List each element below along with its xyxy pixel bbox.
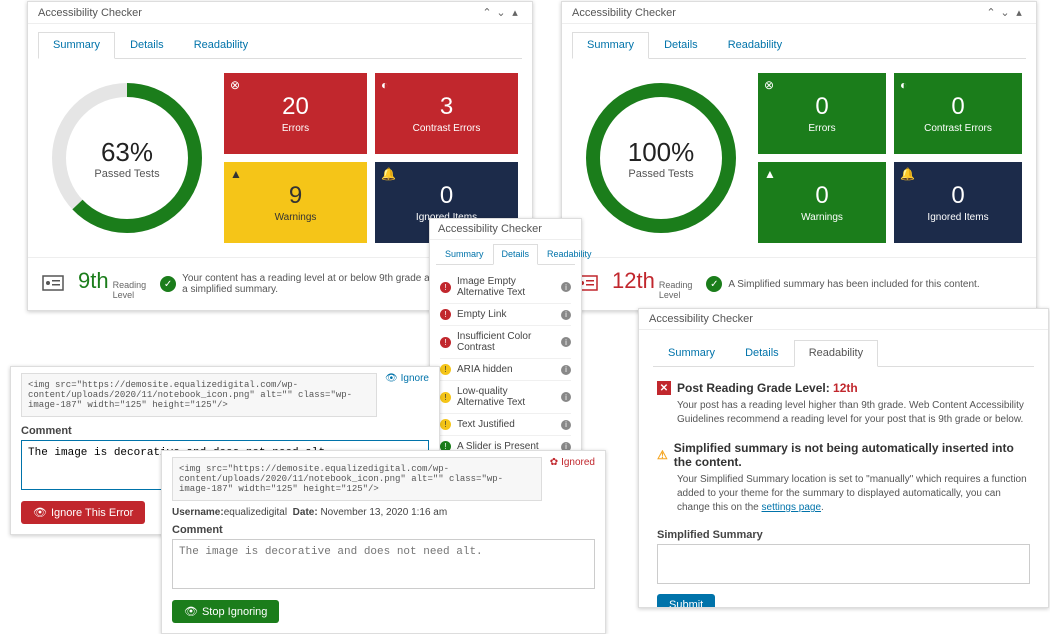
collapse-icon[interactable]: ▴ — [1012, 6, 1026, 19]
panel-header: Accessibility Checker ⌃ ⌄ ▴ — [562, 2, 1036, 24]
tab-summary[interactable]: Summary — [572, 32, 649, 59]
passed-tests-donut: 100% Passed Tests — [576, 73, 746, 243]
detail-label: ARIA hidden — [457, 364, 555, 375]
info-icon[interactable]: i — [561, 392, 571, 402]
tile-ignored[interactable]: 🔔 0 Ignored Items — [894, 162, 1022, 243]
detail-label: Image Empty Alternative Text — [457, 276, 555, 298]
tile-warnings[interactable]: ▲ 9 Warnings — [224, 162, 367, 243]
tab-readability[interactable]: Readability — [713, 32, 797, 58]
tab-details[interactable]: Details — [493, 244, 539, 265]
tab-summary[interactable]: Summary — [436, 244, 493, 264]
submit-button[interactable]: Submit — [657, 594, 715, 608]
chevron-down-icon[interactable]: ⌄ — [494, 6, 508, 19]
detail-item[interactable]: ! ARIA hidden i — [440, 359, 571, 381]
x-circle-icon: ⊗ — [230, 78, 240, 92]
ignored-badge: ✿ Ignored — [550, 457, 595, 468]
contrast-icon: ◐ — [381, 78, 388, 92]
tab-readability[interactable]: Readability — [179, 32, 263, 58]
chevron-down-icon[interactable]: ⌄ — [998, 6, 1012, 19]
tab-details[interactable]: Details — [115, 32, 179, 58]
gear-icon: ✿ — [550, 457, 558, 468]
tab-readability[interactable]: Readability — [538, 244, 601, 264]
detail-label: Empty Link — [457, 309, 555, 320]
tab-summary[interactable]: Summary — [653, 340, 730, 366]
bell-icon: 🔔 — [381, 167, 396, 181]
tab-details[interactable]: Details — [649, 32, 713, 58]
reading-level-heading: ✕ Post Reading Grade Level: 12th — [657, 381, 1030, 395]
warning-icon: ▲ — [764, 167, 776, 181]
tile-errors[interactable]: ⊗ 20 Errors — [224, 73, 367, 154]
tab-details[interactable]: Details — [730, 340, 794, 366]
checker-panel-100: Accessibility Checker ⌃ ⌄ ▴ Summary Deta… — [561, 1, 1037, 311]
x-icon: ✕ — [657, 381, 671, 395]
detail-label: Text Justified — [457, 419, 555, 430]
simplified-summary-textarea[interactable] — [657, 544, 1030, 584]
tile-warnings[interactable]: ▲ 0 Warnings — [758, 162, 886, 243]
reading-grade: 9th — [78, 268, 109, 294]
chevron-up-icon[interactable]: ⌃ — [984, 6, 998, 19]
detail-label: Low-quality Alternative Text — [457, 386, 555, 408]
detail-label: Insufficient Color Contrast — [457, 331, 555, 353]
percent-label: Passed Tests — [94, 168, 159, 180]
simplified-warning-heading: ⚠ Simplified summary is not being automa… — [657, 441, 1030, 469]
info-icon[interactable]: i — [561, 337, 571, 347]
detail-item[interactable]: ! Insufficient Color Contrast i — [440, 326, 571, 359]
yellow-dot-icon: ! — [440, 364, 451, 375]
tile-contrast[interactable]: ◐ 0 Contrast Errors — [894, 73, 1022, 154]
info-icon[interactable]: i — [561, 420, 571, 430]
reading-level-icon — [42, 273, 64, 295]
percent-label: Passed Tests — [628, 168, 693, 180]
detail-item[interactable]: ! Empty Link i — [440, 304, 571, 326]
percent-value: 100% — [628, 137, 695, 168]
tab-bar: Summary Details Readability — [38, 32, 522, 59]
reading-grade: 12th — [612, 268, 655, 294]
tab-readability[interactable]: Readability — [794, 340, 878, 367]
comment-textarea[interactable] — [172, 539, 595, 589]
stop-ignoring-box: <img src="https://demosite.equalizedigit… — [161, 450, 606, 634]
panel-header: Accessibility Checker — [430, 219, 581, 240]
warning-icon: ▲ — [230, 167, 242, 181]
eye-off-icon: 👁 — [385, 373, 398, 384]
panel-title: Accessibility Checker — [38, 7, 142, 19]
code-snippet: <img src="https://demosite.equalizedigit… — [21, 373, 377, 417]
contrast-icon: ◐ — [900, 78, 907, 92]
tab-summary[interactable]: Summary — [38, 32, 115, 59]
x-circle-icon: ⊗ — [764, 78, 774, 92]
yellow-dot-icon: ! — [440, 392, 451, 403]
tile-errors[interactable]: ⊗ 0 Errors — [758, 73, 886, 154]
panel-title: Accessibility Checker — [572, 7, 676, 19]
collapse-icon[interactable]: ▴ — [508, 6, 522, 19]
warning-icon: ⚠ — [657, 448, 668, 462]
check-icon: ✓ — [160, 276, 176, 292]
info-icon[interactable]: i — [561, 282, 571, 292]
code-snippet: <img src="https://demosite.equalizedigit… — [172, 457, 542, 501]
red-dot-icon: ! — [440, 309, 451, 320]
panel-header: Accessibility Checker — [639, 309, 1048, 330]
red-dot-icon: ! — [440, 337, 451, 348]
chevron-up-icon[interactable]: ⌃ — [480, 6, 494, 19]
detail-item[interactable]: ! Text Justified i — [440, 414, 571, 436]
ignore-error-button[interactable]: 👁 Ignore This Error — [21, 501, 145, 524]
details-popup: Accessibility Checker Summary Details Re… — [429, 218, 582, 487]
bell-icon: 🔔 — [900, 167, 915, 181]
check-icon: ✓ — [706, 276, 722, 292]
detail-item[interactable]: ! Image Empty Alternative Text i — [440, 271, 571, 304]
ignore-badge: 👁 Ignore — [385, 373, 429, 384]
info-icon[interactable]: i — [561, 365, 571, 375]
passed-tests-donut: 63% Passed Tests — [42, 73, 212, 243]
tile-contrast[interactable]: ◐ 3 Contrast Errors — [375, 73, 518, 154]
yellow-dot-icon: ! — [440, 419, 451, 430]
detail-item[interactable]: ! Low-quality Alternative Text i — [440, 381, 571, 414]
red-dot-icon: ! — [440, 282, 451, 293]
tab-bar: Summary Details Readability — [572, 32, 1026, 59]
percent-value: 63% — [101, 137, 153, 168]
readability-window: Accessibility Checker Summary Details Re… — [638, 308, 1049, 608]
settings-page-link[interactable]: settings page — [762, 502, 822, 513]
panel-header: Accessibility Checker ⌃ ⌄ ▴ — [28, 2, 532, 24]
eye-off-icon: 👁 — [33, 506, 47, 519]
info-icon[interactable]: i — [561, 310, 571, 320]
